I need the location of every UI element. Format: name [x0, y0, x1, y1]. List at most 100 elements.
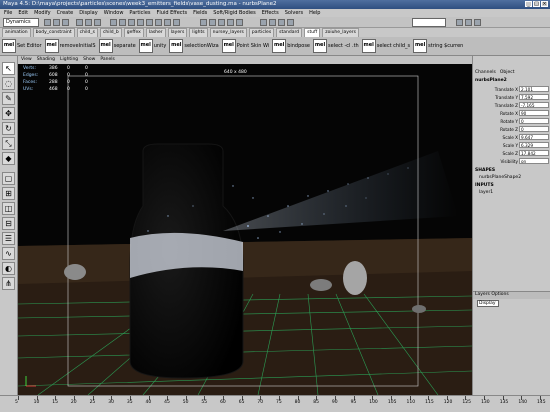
attribute-row[interactable]: Translate X 2.101: [473, 86, 550, 93]
menu-help[interactable]: Help: [309, 9, 320, 17]
snap-curve-icon[interactable]: [209, 19, 216, 26]
menu-particles[interactable]: Particles: [129, 9, 150, 17]
shelf-tab[interactable]: nursey_layers: [209, 28, 247, 37]
menu-effects[interactable]: Effects: [262, 9, 279, 17]
render-icon[interactable]: [269, 19, 276, 26]
shape-name[interactable]: nurbsPlaneShape2: [479, 175, 521, 180]
open-scene-icon[interactable]: [53, 19, 60, 26]
tab-channels[interactable]: Channels: [475, 70, 496, 77]
shelf-tab[interactable]: standard: [276, 28, 303, 37]
snap-point-icon[interactable]: [218, 19, 225, 26]
menu-modify[interactable]: Modify: [34, 9, 51, 17]
menu-fluid-effects[interactable]: Fluid Effects: [157, 9, 188, 17]
attribute-row[interactable]: Translate Y 7.592: [473, 94, 550, 101]
panel-menu-panels[interactable]: Panels: [100, 56, 114, 64]
layout-outliner-icon[interactable]: ☰: [2, 232, 15, 245]
attribute-row[interactable]: Translate Z -7.165: [473, 102, 550, 109]
shelf-button[interactable]: mel separate: [98, 39, 136, 53]
shelf-tab[interactable]: geffex: [123, 28, 144, 37]
select-by-component-icon[interactable]: [94, 19, 101, 26]
select-by-hierarchy-icon[interactable]: [76, 19, 83, 26]
attribute-row[interactable]: Rotate X 90: [473, 110, 550, 117]
layout-two-side-icon[interactable]: ◫: [2, 202, 15, 215]
maximize-button[interactable]: □: [533, 1, 540, 7]
select-tool-icon[interactable]: ↖: [2, 62, 15, 75]
input-name[interactable]: layer1: [479, 190, 493, 195]
layout-two-stacked-icon[interactable]: ⊟: [2, 217, 15, 230]
shelf-button[interactable]: mel select child_s: [361, 39, 410, 53]
mask-dynamics-icon[interactable]: [155, 19, 162, 26]
close-button[interactable]: ×: [541, 1, 548, 7]
layout-hypergraph-icon[interactable]: ⋔: [2, 277, 15, 290]
layout-graph-icon[interactable]: ∿: [2, 247, 15, 260]
shelf-tab-active[interactable]: stuff: [304, 28, 321, 37]
mask-misc-icon[interactable]: [173, 19, 180, 26]
attribute-row[interactable]: Visibility on: [473, 158, 550, 165]
menu-set-dropdown[interactable]: Dynamics: [3, 18, 39, 27]
snap-grid-icon[interactable]: [200, 19, 207, 26]
snap-view-plane-icon[interactable]: [227, 19, 234, 26]
shelf-tab[interactable]: lights: [189, 28, 208, 37]
new-scene-icon[interactable]: [44, 19, 51, 26]
history-icon[interactable]: [260, 19, 267, 26]
lasso-tool-icon[interactable]: ◌: [2, 77, 15, 90]
numeric-input-field[interactable]: [412, 18, 446, 27]
shelf-button[interactable]: mel unity: [138, 39, 166, 53]
mask-deformations-icon[interactable]: [146, 19, 153, 26]
shelf-tab[interactable]: animation: [2, 28, 31, 37]
panel-menu-lighting[interactable]: Lighting: [60, 56, 78, 64]
layer-display-dropdown[interactable]: Display: [477, 300, 499, 307]
shelf-button[interactable]: mel Point Skin Wi: [221, 39, 269, 53]
layout-single-icon[interactable]: ▢: [2, 172, 15, 185]
shelf-tab[interactable]: child_s: [76, 28, 98, 37]
show-tool-settings-icon[interactable]: [465, 19, 472, 26]
show-attribute-editor-icon[interactable]: [456, 19, 463, 26]
menu-soft-rigid-bodies[interactable]: Soft/Rigid Bodies: [213, 9, 255, 17]
panel-menu-show[interactable]: Show: [83, 56, 95, 64]
shelf-tab[interactable]: body_constraint: [32, 28, 75, 37]
menu-create[interactable]: Create: [57, 9, 74, 17]
manipulator-tool-icon[interactable]: ◆: [2, 152, 15, 165]
shelf-button[interactable]: mel bindpose: [272, 39, 310, 53]
menu-fields[interactable]: Fields: [193, 9, 207, 17]
select-by-object-icon[interactable]: [85, 19, 92, 26]
mask-surfaces-icon[interactable]: [137, 19, 144, 26]
menu-solvers[interactable]: Solvers: [285, 9, 303, 17]
shelf-button[interactable]: mel removeInitialS: [44, 39, 96, 53]
make-live-icon[interactable]: [236, 19, 243, 26]
tab-object[interactable]: Object: [500, 70, 515, 77]
shelf-button[interactable]: mel selectionWiza: [169, 39, 219, 53]
mask-curves-icon[interactable]: [128, 19, 135, 26]
mask-joints-icon[interactable]: [119, 19, 126, 26]
layout-four-icon[interactable]: ⊞: [2, 187, 15, 200]
rotate-tool-icon[interactable]: ↻: [2, 122, 15, 135]
menu-display[interactable]: Display: [79, 9, 97, 17]
attribute-row[interactable]: Scale Z 17.842: [473, 150, 550, 157]
layer-editor-menu[interactable]: Layers Options: [473, 291, 550, 299]
shelf-button[interactable]: mel select -cl .th: [313, 39, 359, 53]
ipr-render-icon[interactable]: [278, 19, 285, 26]
attribute-row[interactable]: Scale Y 6.329: [473, 142, 550, 149]
shelf-button[interactable]: mel string $curren: [413, 39, 463, 53]
shelf-tab[interactable]: particles: [248, 28, 275, 37]
scale-tool-icon[interactable]: ⤡: [2, 137, 15, 150]
layout-hypershade-icon[interactable]: ◐: [2, 262, 15, 275]
panel-menu-view[interactable]: View: [21, 56, 32, 64]
shelf-tab[interactable]: lasher: [145, 28, 166, 37]
mask-handles-icon[interactable]: [110, 19, 117, 26]
shelf-tab[interactable]: zoiuhe_layers: [322, 28, 359, 37]
paint-select-tool-icon[interactable]: ✎: [2, 92, 15, 105]
show-channel-box-icon[interactable]: [474, 19, 481, 26]
attribute-row[interactable]: Rotate Y0: [473, 118, 550, 125]
menu-window[interactable]: Window: [104, 9, 124, 17]
minimize-button[interactable]: _: [525, 1, 532, 7]
menu-file[interactable]: File: [4, 9, 12, 17]
save-scene-icon[interactable]: [62, 19, 69, 26]
shelf-tab[interactable]: layers: [167, 28, 188, 37]
time-slider[interactable]: 5 10 15 20 25 30 35 40 45 50 55 60 65 70 75 80 85 90 95 100…: [0, 395, 550, 412]
panel-menu-shading[interactable]: Shading: [37, 56, 55, 64]
shelf-tab[interactable]: child_b: [99, 28, 122, 37]
shelf-button[interactable]: mel Set Editor: [2, 39, 42, 53]
attribute-row[interactable]: Rotate Z0: [473, 126, 550, 133]
render-globals-icon[interactable]: [287, 19, 294, 26]
